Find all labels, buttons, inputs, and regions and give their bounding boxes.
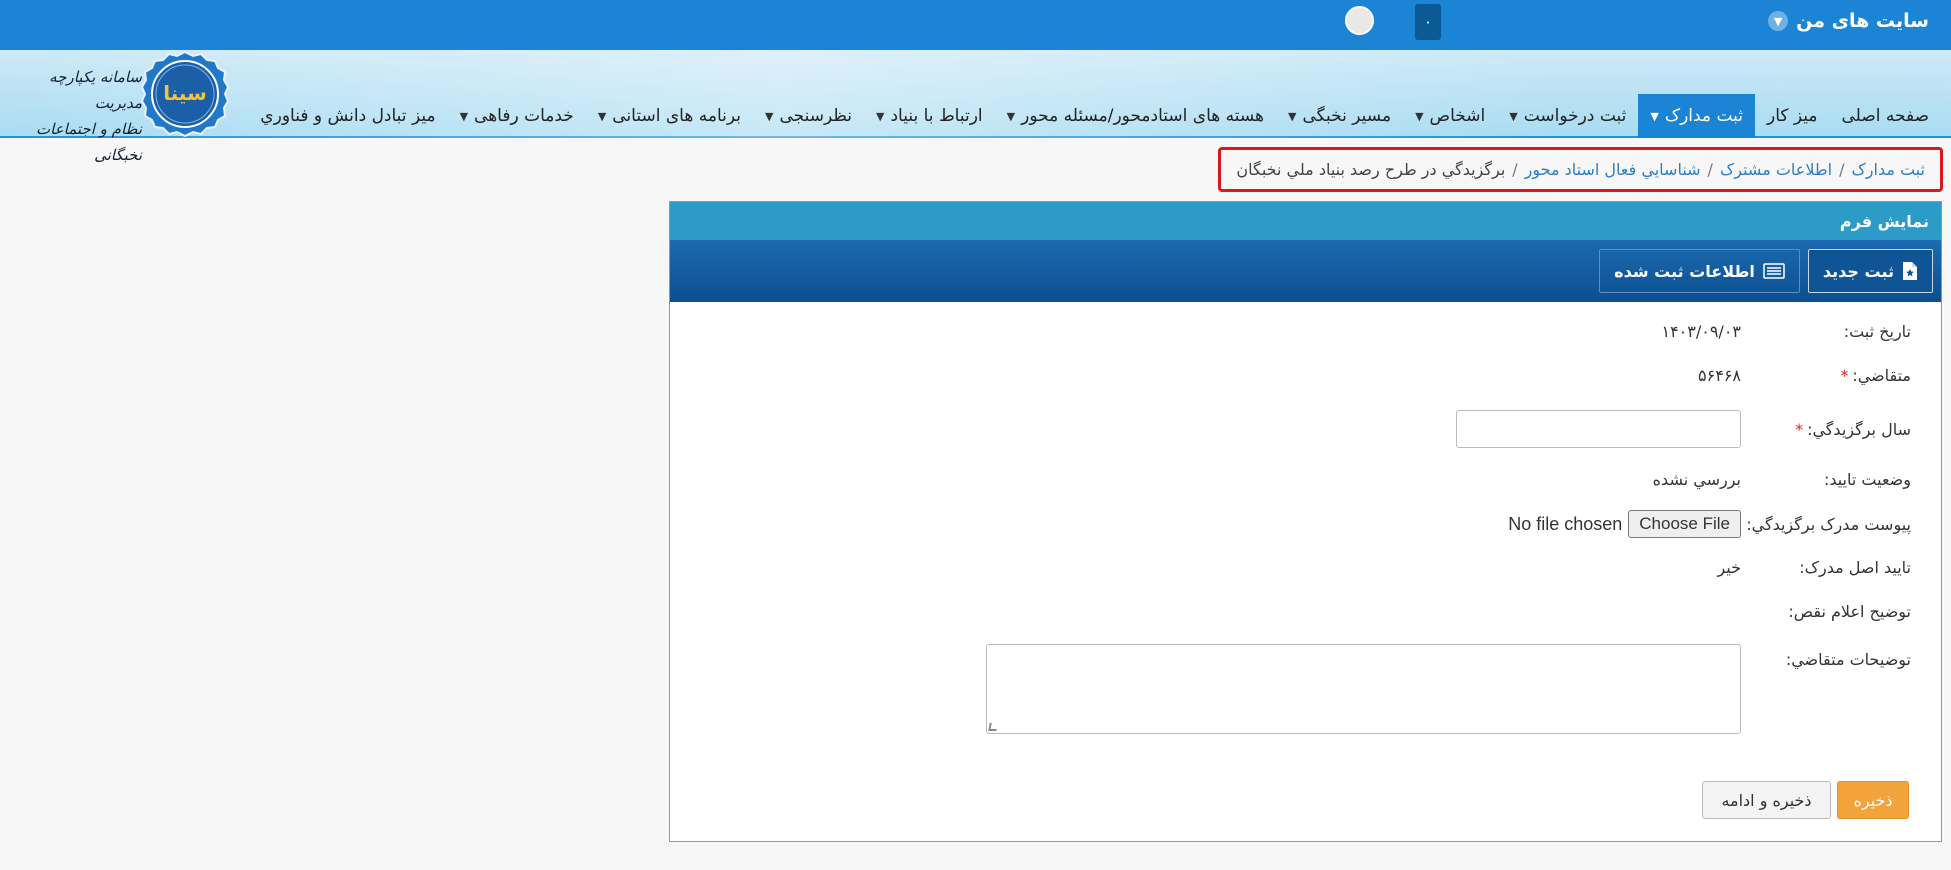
nav-label: نظرسنجی xyxy=(779,106,853,126)
row-defect: توضیح اعلام نقص: xyxy=(668,602,1941,638)
nav-item-provincial[interactable]: برنامه های استانی ▼ xyxy=(586,94,753,138)
chevron-down-icon: ▼ xyxy=(1768,11,1789,31)
new-record-button[interactable]: ثبت جدید xyxy=(1807,249,1933,293)
nav-label: صفحه اصلی xyxy=(1841,106,1929,126)
nav-label: مسیر نخبگی xyxy=(1302,106,1392,126)
nav-item-cores[interactable]: هسته های استادمحور/مسئله محور ▼ xyxy=(995,94,1276,138)
original-label: تایید اصل مدرک: xyxy=(1799,558,1911,577)
caret-down-icon: ▼ xyxy=(597,109,607,123)
breadcrumb: ثبت مدارک / اطلاعات مشترک / شناسايي فعال… xyxy=(1218,147,1943,192)
reg-date-value: ۱۴۰۳/۰۹/۰۳ xyxy=(1661,322,1741,341)
seal-text: سینا xyxy=(163,81,207,105)
panel-toolbar: ثبت جدید اطلاعات ثبت شده xyxy=(670,240,1941,302)
nav-item-home[interactable]: صفحه اصلی xyxy=(1830,94,1941,138)
breadcrumb-link-documents[interactable]: ثبت مدارک xyxy=(1851,160,1925,179)
breadcrumb-separator: / xyxy=(1839,160,1845,179)
registered-info-button[interactable]: اطلاعات ثبت شده xyxy=(1599,249,1800,293)
nav-label: میز تبادل دانش و فناوري xyxy=(260,106,436,126)
nav-label: اشخاص xyxy=(1429,106,1486,126)
notes-label: توضیحات متقاضي: xyxy=(1785,650,1911,669)
form-panel: نمایش فرم ثبت جدید اطلاعات ثبت شده تاریخ… xyxy=(669,201,1942,842)
new-record-label: ثبت جدید xyxy=(1822,261,1894,281)
panel-title: نمایش فرم xyxy=(670,202,1941,240)
required-mark: * xyxy=(1795,420,1804,439)
applicant-label: متقاضي:* xyxy=(1840,366,1911,385)
nav-label: هسته های استادمحور/مسئله محور xyxy=(1021,106,1265,126)
row-year: سال برگزيدگي:* xyxy=(668,410,1941,450)
caret-down-icon: ▼ xyxy=(1415,109,1424,123)
row-applicant: متقاضي:* ۵۶۴۶۸ xyxy=(668,366,1941,402)
nav-label: میز کار xyxy=(1767,106,1818,126)
nav-item-elite-path[interactable]: مسیر نخبگی ▼ xyxy=(1276,94,1403,138)
logo-text: سامانه یکپارچه مدیریت نظام و اجتماعات نخ… xyxy=(20,64,142,168)
required-mark: * xyxy=(1840,366,1849,385)
nav-item-survey[interactable]: نظرسنجی ▼ xyxy=(753,94,864,138)
year-label-text: سال برگزيدگي: xyxy=(1807,420,1911,439)
save-continue-button[interactable]: ذخیره و ادامه xyxy=(1702,781,1831,819)
nav-item-desk[interactable]: میز کار xyxy=(1755,94,1830,138)
top-bar: سایت های من ▼ ۰ xyxy=(0,0,1951,50)
save-button[interactable]: ذخیره xyxy=(1837,781,1909,819)
my-sites-label: سایت های من xyxy=(1796,10,1929,32)
row-original: تایید اصل مدرک: خیر xyxy=(668,558,1941,594)
caret-down-icon: ▼ xyxy=(1006,109,1016,123)
form-actions: ذخیره ذخیره و ادامه xyxy=(1702,781,1909,819)
logo-line-2: نظام و اجتماعات نخبگانی xyxy=(36,120,142,164)
breadcrumb-link-identification[interactable]: شناسايي فعال استاد محور xyxy=(1525,160,1701,179)
seal-logo-icon: سینا xyxy=(140,50,230,138)
year-label: سال برگزيدگي:* xyxy=(1795,420,1911,439)
breadcrumb-separator: / xyxy=(1707,160,1713,179)
main-nav: صفحه اصلی میز کار ثبت مدارک ▼ ثبت درخواست… xyxy=(248,94,1951,138)
row-reg-date: تاریخ ثبت: ۱۴۰۳/۰۹/۰۳ xyxy=(668,322,1941,358)
applicant-value: ۵۶۴۶۸ xyxy=(1698,366,1741,385)
nav-item-documents[interactable]: ثبت مدارک ▼ xyxy=(1638,94,1755,138)
file-input[interactable]: No file chosen Choose File xyxy=(1508,510,1741,538)
caret-down-icon: ▼ xyxy=(1650,109,1659,123)
attachment-label: پیوست مدرک برگزيدگي: xyxy=(1746,515,1911,534)
my-sites-menu[interactable]: سایت های من ▼ xyxy=(1768,10,1929,32)
status-value: بررسي نشده xyxy=(1652,470,1741,489)
caret-down-icon: ▼ xyxy=(764,109,774,123)
breadcrumb-separator: / xyxy=(1512,160,1518,179)
caret-down-icon: ▼ xyxy=(1288,109,1297,123)
nav-label: خدمات رفاهی xyxy=(474,106,574,126)
no-file-text: No file chosen xyxy=(1508,513,1623,534)
nav-label: ارتباط با بنیاد xyxy=(890,106,983,126)
row-attachment: پیوست مدرک برگزيدگي: No file chosen Choo… xyxy=(668,510,1941,546)
list-icon xyxy=(1763,263,1785,279)
row-notes: توضیحات متقاضي: xyxy=(668,644,1941,736)
logo-line-1: سامانه یکپارچه مدیریت xyxy=(49,68,142,112)
user-avatar[interactable] xyxy=(1345,6,1374,35)
row-status: وضعیت تایید: بررسي نشده xyxy=(668,470,1941,506)
nav-item-persons[interactable]: اشخاص ▼ xyxy=(1403,94,1497,138)
notes-textarea[interactable] xyxy=(986,644,1741,734)
defect-label: توضیح اعلام نقص: xyxy=(1788,602,1911,621)
caret-down-icon: ▼ xyxy=(876,109,885,123)
year-input[interactable] xyxy=(1456,410,1741,448)
caret-down-icon: ▼ xyxy=(1509,109,1518,123)
site-logo[interactable]: سینا سامانه یکپارچه مدیریت نظام و اجتماع… xyxy=(20,50,230,164)
new-document-icon xyxy=(1902,261,1918,281)
registered-info-label: اطلاعات ثبت شده xyxy=(1614,261,1755,281)
nav-item-request[interactable]: ثبت درخواست ▼ xyxy=(1497,94,1638,138)
nav-item-welfare[interactable]: خدمات رفاهی ▼ xyxy=(448,94,586,138)
caret-down-icon: ▼ xyxy=(459,109,469,123)
nav-label: ثبت درخواست xyxy=(1523,106,1627,126)
breadcrumb-link-shared-info[interactable]: اطلاعات مشترک xyxy=(1720,160,1832,179)
nav-item-contact[interactable]: ارتباط با بنیاد ▼ xyxy=(864,94,995,138)
original-value: خیر xyxy=(1717,558,1741,577)
status-label: وضعیت تایید: xyxy=(1823,470,1911,489)
choose-file-button[interactable]: Choose File xyxy=(1628,510,1741,538)
breadcrumb-current: برگزيدگي در طرح رصد بنياد ملي نخبگان xyxy=(1236,160,1506,179)
applicant-label-text: متقاضي: xyxy=(1852,366,1911,385)
nav-label: ثبت مدارک xyxy=(1664,106,1743,126)
nav-label: برنامه های استانی xyxy=(612,106,741,126)
notification-badge[interactable]: ۰ xyxy=(1415,4,1441,40)
nav-item-knowledge[interactable]: میز تبادل دانش و فناوري xyxy=(248,94,447,138)
resize-grip-icon[interactable] xyxy=(988,723,998,731)
reg-date-label: تاریخ ثبت: xyxy=(1843,322,1911,341)
